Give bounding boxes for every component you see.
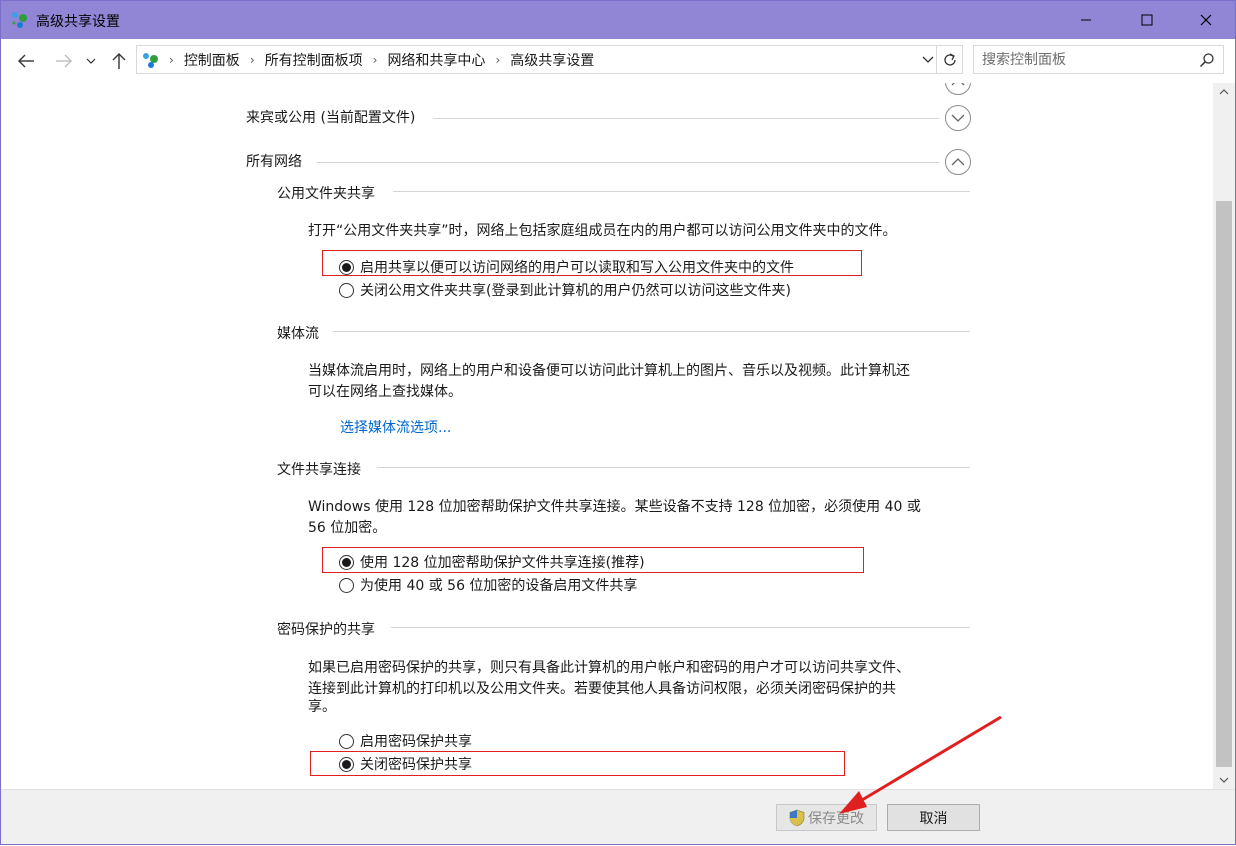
close-button[interactable] xyxy=(1183,1,1229,39)
navigation-bar: › 控制面板 › 所有控制面板项 › 网络和共享中心 › 高级共享设置 xyxy=(1,39,1235,83)
password-sharing-title: 密码保护的共享 xyxy=(277,622,375,638)
refresh-icon xyxy=(943,52,956,66)
save-label: 保存更改 xyxy=(808,810,864,827)
public-folder-description: 打开“公用文件夹共享”时，网络上包括家庭组成员在内的用户都可以访问公用文件夹中的… xyxy=(308,223,897,239)
back-arrow-icon xyxy=(18,54,34,68)
collapse-all-networks-button[interactable] xyxy=(945,149,971,175)
title-bar: 高级共享设置 xyxy=(1,1,1235,39)
minimize-button[interactable] xyxy=(1063,1,1109,39)
breadcrumb-item[interactable]: 高级共享设置 xyxy=(506,50,598,70)
maximize-button[interactable] xyxy=(1124,1,1170,39)
media-stream-options-link[interactable]: 选择媒体流选项... xyxy=(340,417,451,437)
footer-bar: 保存更改 取消 xyxy=(1,789,1235,844)
forward-arrow-icon xyxy=(56,54,72,68)
search-box[interactable] xyxy=(973,45,1224,74)
breadcrumb-item[interactable]: 控制面板 xyxy=(180,50,244,70)
expand-guest-button[interactable] xyxy=(945,105,971,131)
chevron-down-icon xyxy=(1219,777,1229,783)
chevron-down-icon xyxy=(86,58,96,64)
radio-selected[interactable] xyxy=(339,259,354,275)
radio-selected[interactable] xyxy=(339,554,354,570)
uac-shield-icon xyxy=(789,809,805,826)
collapse-button[interactable] xyxy=(945,83,971,95)
scroll-up-button[interactable] xyxy=(1213,83,1235,101)
divider xyxy=(317,162,939,163)
chevron-right-icon: › xyxy=(169,52,174,67)
window-title: 高级共享设置 xyxy=(36,14,120,30)
divider xyxy=(393,191,970,192)
chevron-right-icon[interactable]: › xyxy=(367,53,384,67)
radio-unselected[interactable] xyxy=(339,577,354,593)
address-history-button[interactable] xyxy=(920,52,936,68)
media-stream-description-line2: 可以在网络上查找媒体。 xyxy=(308,384,462,400)
maximize-icon xyxy=(1141,14,1153,26)
cancel-button[interactable]: 取消 xyxy=(887,804,980,831)
control-panel-icon xyxy=(143,53,158,68)
radio-selected[interactable] xyxy=(339,756,354,772)
media-stream-title: 媒体流 xyxy=(277,326,319,342)
option-label: 关闭公用文件夹共享(登录到此计算机的用户仍然可以访问这些文件夹) xyxy=(360,283,791,299)
radio-unselected[interactable] xyxy=(339,282,354,298)
password-description-line3: 享。 xyxy=(308,699,336,715)
section-header-all-networks[interactable]: 所有网络 xyxy=(246,151,302,171)
section-header-guest[interactable]: 来宾或公用 (当前配置文件) xyxy=(246,107,415,127)
password-disable-option[interactable]: 关闭密码保护共享 xyxy=(339,754,472,774)
recent-locations-button[interactable] xyxy=(83,50,99,72)
chevron-up-icon xyxy=(951,83,965,86)
divider xyxy=(377,467,970,468)
vertical-scrollbar[interactable] xyxy=(1213,83,1235,789)
scroll-thumb[interactable] xyxy=(1216,201,1232,767)
public-folder-title: 公用文件夹共享 xyxy=(277,186,375,202)
up-button[interactable] xyxy=(108,50,130,72)
chevron-down-icon xyxy=(951,114,965,122)
option-label: 关闭密码保护共享 xyxy=(360,757,472,773)
breadcrumb-item[interactable]: 所有控制面板项 xyxy=(261,50,367,70)
scroll-down-button[interactable] xyxy=(1213,771,1235,789)
chevron-up-icon xyxy=(1219,89,1229,95)
refresh-button[interactable] xyxy=(936,46,962,73)
chevron-right-icon[interactable]: › xyxy=(244,53,261,67)
up-arrow-icon xyxy=(112,53,126,69)
search-icon[interactable] xyxy=(1199,52,1215,68)
password-description-line1: 如果已启用密码保护的共享，则只有具备此计算机的用户帐户和密码的用户才可以访问共享… xyxy=(308,660,910,676)
radio-unselected[interactable] xyxy=(339,733,354,749)
forward-button[interactable] xyxy=(53,50,75,72)
password-description-line2: 连接到此计算机的打印机以及公用文件夹。若要使其他人具备访问权限，必须关闭密码保护… xyxy=(308,681,896,697)
back-button[interactable] xyxy=(15,50,37,72)
settings-content: 来宾或公用 (当前配置文件) 所有网络 公用文件夹共享 打开“公用文件夹共享”时… xyxy=(1,83,1213,789)
media-stream-description-line1: 当媒体流启用时，网络上的用户和设备便可以访问此计算机上的图片、音乐以及视频。此计… xyxy=(308,363,910,379)
divider xyxy=(433,118,939,119)
address-bar[interactable]: › 控制面板 › 所有控制面板项 › 网络和共享中心 › 高级共享设置 xyxy=(136,45,963,74)
chevron-right-icon[interactable]: › xyxy=(489,53,506,67)
password-enable-option[interactable]: 启用密码保护共享 xyxy=(339,731,472,751)
save-changes-button[interactable]: 保存更改 xyxy=(776,804,877,831)
chevron-down-icon xyxy=(922,56,934,63)
window: 高级共享设置 › 控制面板 › 所有控制面板项 › 网络和共享中心 › 高级共享… xyxy=(0,0,1236,845)
breadcrumb: › 控制面板 › 所有控制面板项 › 网络和共享中心 › 高级共享设置 xyxy=(163,46,598,73)
file-sharing-description-line2: 56 位加密。 xyxy=(308,520,387,536)
divider xyxy=(391,627,970,628)
encryption-40-56-option[interactable]: 为使用 40 或 56 位加密的设备启用文件共享 xyxy=(339,575,637,595)
search-input[interactable] xyxy=(982,51,1182,69)
breadcrumb-item[interactable]: 网络和共享中心 xyxy=(383,50,489,70)
close-icon xyxy=(1200,14,1212,26)
cancel-label: 取消 xyxy=(919,810,948,827)
file-sharing-title: 文件共享连接 xyxy=(277,462,361,478)
public-folder-enable-option[interactable]: 启用共享以便可以访问网络的用户可以读取和写入公用文件夹中的文件 xyxy=(339,257,794,277)
option-label: 启用密码保护共享 xyxy=(360,734,472,750)
chevron-up-icon xyxy=(951,158,965,166)
encryption-128-option[interactable]: 使用 128 位加密帮助保护文件共享连接(推荐) xyxy=(339,552,645,572)
option-label: 使用 128 位加密帮助保护文件共享连接(推荐) xyxy=(360,555,645,571)
divider xyxy=(333,331,970,332)
file-sharing-description-line1: Windows 使用 128 位加密帮助保护文件共享连接。某些设备不支持 128… xyxy=(308,499,921,515)
minimize-icon xyxy=(1081,19,1091,21)
option-label: 为使用 40 或 56 位加密的设备启用文件共享 xyxy=(360,578,638,594)
network-app-icon xyxy=(12,12,27,28)
public-folder-disable-option[interactable]: 关闭公用文件夹共享(登录到此计算机的用户仍然可以访问这些文件夹) xyxy=(339,280,791,300)
option-label: 启用共享以便可以访问网络的用户可以读取和写入公用文件夹中的文件 xyxy=(360,260,794,276)
